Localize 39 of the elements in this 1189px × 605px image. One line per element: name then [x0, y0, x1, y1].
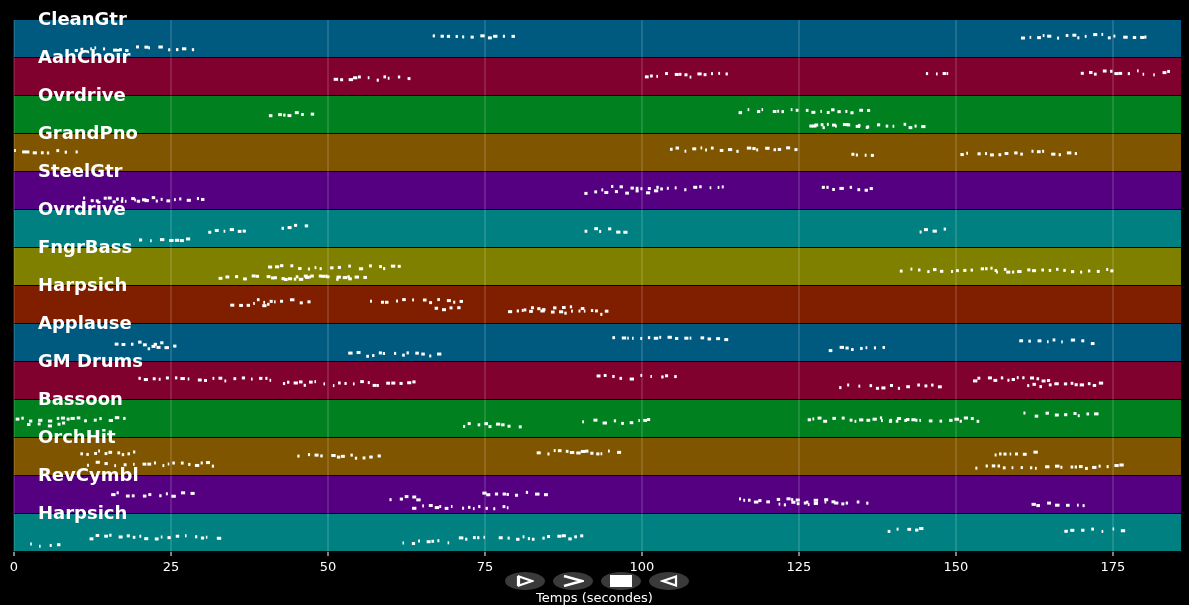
chevron-icon [561, 575, 584, 587]
track-name: AahChoir [38, 46, 131, 67]
tick-mark [798, 551, 800, 557]
tick-label: 75 [476, 559, 494, 572]
back-button[interactable] [648, 572, 689, 590]
track-name: Harpsich [38, 502, 128, 523]
track-name: Harpsich [38, 274, 128, 295]
track-name: Bassoon [38, 388, 123, 409]
track-name: CleanGtr [38, 8, 127, 29]
tick-label: 125 [786, 559, 812, 572]
tick-label: 0 [9, 559, 19, 572]
tick-label: 100 [629, 559, 655, 572]
stop-button[interactable] [600, 572, 641, 590]
track-name: SteelGtr [38, 160, 123, 181]
tick-label: 50 [319, 559, 337, 572]
track-name: Ovrdrive [38, 198, 126, 219]
tick-label: 25 [162, 559, 180, 572]
track-name: OrchHit [38, 426, 116, 447]
tick-mark [13, 551, 15, 557]
axis-label: Temps (secondes) [536, 590, 653, 605]
track-name: FngrBass [38, 236, 133, 257]
tick-label: 150 [943, 559, 969, 572]
tick-mark [327, 551, 329, 557]
track-name: GrandPno [38, 122, 138, 143]
tick-mark [641, 551, 643, 557]
track-name: Ovrdrive [38, 84, 126, 105]
back-icon [659, 575, 678, 587]
track-name: RevCymbl [38, 464, 139, 485]
tick-mark [1112, 551, 1114, 557]
stop-icon [609, 575, 632, 587]
play-icon [515, 575, 534, 587]
next-button[interactable] [552, 572, 593, 590]
tick-mark [170, 551, 172, 557]
track-name: GM Drums [38, 350, 144, 371]
tick-mark [955, 551, 957, 557]
tick-label: 175 [1100, 559, 1126, 572]
play-button[interactable] [504, 572, 545, 590]
tick-mark [484, 551, 486, 557]
track-name: Applause [38, 312, 132, 333]
